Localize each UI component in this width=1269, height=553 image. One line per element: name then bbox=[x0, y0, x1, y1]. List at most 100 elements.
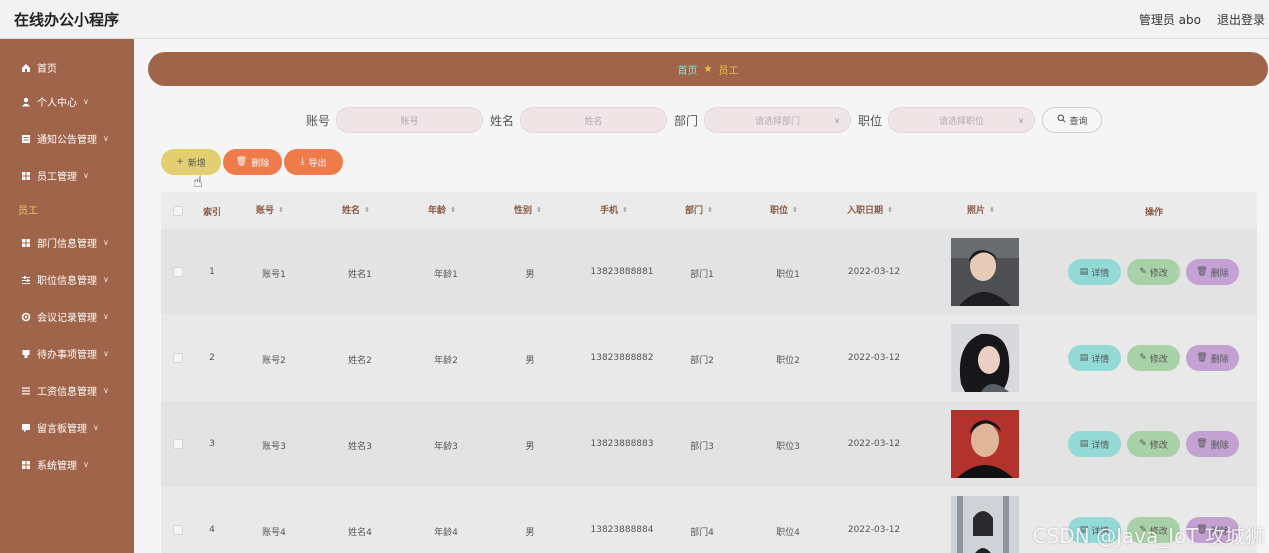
col-date[interactable]: 入职日期 ⬍ bbox=[847, 203, 893, 217]
row-delete-button[interactable]: 🗑 删除 bbox=[1186, 431, 1239, 457]
export-label: 导出 bbox=[308, 158, 327, 169]
col-position[interactable]: 职位 ⬍ bbox=[770, 203, 798, 217]
row-delete-button[interactable]: 🗑 删除 bbox=[1186, 345, 1239, 371]
table-row: 2 账号2 姓名2 年龄2 男 13823888882 部门2 职位2 2022… bbox=[161, 315, 1257, 401]
cell-age: 年龄1 bbox=[434, 270, 458, 280]
position-select[interactable]: 请选择职位 ∨ bbox=[888, 107, 1036, 133]
sidebar-item-salary[interactable]: 工资信息管理 ∨ bbox=[0, 372, 134, 409]
sidebar-item-label: 职位信息管理 bbox=[37, 276, 97, 287]
row-delete-label: 删除 bbox=[1210, 440, 1229, 451]
home-icon bbox=[21, 63, 31, 73]
col-index: 索引 bbox=[203, 208, 222, 218]
sidebar-item-label: 员工管理 bbox=[37, 172, 77, 183]
cell-name: 姓名2 bbox=[348, 356, 372, 366]
dept-select[interactable]: 请选择部门 ∨ bbox=[704, 107, 852, 133]
sidebar-item-meeting[interactable]: 会议记录管理 ∨ bbox=[0, 298, 134, 335]
col-name[interactable]: 姓名 ⬍ bbox=[342, 203, 370, 217]
cell-position: 职位4 bbox=[776, 528, 800, 538]
breadcrumb: 首页 ★ 员工 bbox=[148, 52, 1268, 86]
notice-icon bbox=[21, 134, 31, 144]
message-icon bbox=[21, 423, 31, 433]
sidebar-item-system[interactable]: 系统管理 ∨ bbox=[0, 446, 134, 483]
grid-icon bbox=[21, 171, 31, 181]
cell-age: 年龄2 bbox=[434, 356, 458, 366]
sidebar-item-dept[interactable]: 部门信息管理 ∨ bbox=[0, 224, 134, 261]
sidebar-item-todo[interactable]: 待办事项管理 ∨ bbox=[0, 335, 134, 372]
delete-button[interactable]: 🗑 删除 bbox=[223, 149, 282, 175]
sidebar-item-label: 通知公告管理 bbox=[37, 135, 97, 146]
sidebar-item-label: 待办事项管理 bbox=[37, 350, 97, 361]
sidebar-item-notice[interactable]: 通知公告管理 ∨ bbox=[0, 120, 134, 157]
trash-icon: 🗑 bbox=[1196, 267, 1208, 277]
sidebar-item-message[interactable]: 留言板管理 ∨ bbox=[0, 409, 134, 446]
edit-button[interactable]: ✎ 修改 bbox=[1127, 345, 1180, 371]
sliders-icon bbox=[21, 275, 31, 285]
cell-position: 职位3 bbox=[776, 442, 800, 452]
detail-button[interactable]: ▤ 详情 bbox=[1068, 345, 1121, 371]
col-gender[interactable]: 性别 ⬍ bbox=[514, 203, 542, 217]
action-toolbar: + 新增 🗑 删除 ⤓ 导出 bbox=[161, 149, 345, 175]
cell-index: 3 bbox=[209, 439, 215, 449]
sidebar-item-label: 系统管理 bbox=[37, 461, 77, 472]
logout-link[interactable]: 退出登录 bbox=[1217, 11, 1265, 28]
trash-icon: 🗑 bbox=[1196, 353, 1208, 363]
col-photo[interactable]: 照片 ⬍ bbox=[967, 203, 995, 217]
sort-icon: ⬍ bbox=[707, 205, 713, 214]
employee-table: 索引 账号 ⬍ 姓名 ⬍ 年龄 ⬍ 性别 ⬍ 手机 ⬍ 部门 ⬍ 职位 ⬍ 入职日期 ⬍ 照片 ⬍… bbox=[161, 192, 1257, 553]
detail-button[interactable]: ▤ 详情 bbox=[1068, 431, 1121, 457]
cell-account: 账号4 bbox=[262, 528, 286, 538]
row-checkbox[interactable] bbox=[173, 525, 183, 535]
select-all-checkbox[interactable] bbox=[173, 206, 183, 216]
grid-icon bbox=[21, 460, 31, 470]
employee-photo bbox=[951, 238, 1019, 306]
sidebar-item-profile[interactable]: 个人中心 ∨ bbox=[0, 83, 134, 120]
sidebar-item-position[interactable]: 职位信息管理 ∨ bbox=[0, 261, 134, 298]
query-button[interactable]: 查询 bbox=[1042, 107, 1103, 133]
edit-button[interactable]: ✎ 修改 bbox=[1127, 431, 1180, 457]
detail-button[interactable]: ▤ 详情 bbox=[1068, 259, 1121, 285]
chevron-down-icon: ∨ bbox=[103, 275, 109, 284]
detail-label: 详情 bbox=[1091, 268, 1110, 279]
add-button[interactable]: + 新增 bbox=[161, 149, 221, 175]
cell-phone: 13823888881 bbox=[590, 267, 654, 277]
document-icon: ▤ bbox=[1079, 267, 1089, 277]
sidebar-item-label: 部门信息管理 bbox=[37, 239, 97, 250]
detail-label: 详情 bbox=[1091, 440, 1110, 451]
sidebar-item-employee-mgmt[interactable]: 员工管理 ∨ bbox=[0, 157, 134, 194]
gear-icon bbox=[21, 312, 31, 322]
cell-gender: 男 bbox=[525, 356, 535, 366]
breadcrumb-current: 员工 bbox=[718, 65, 739, 77]
export-button[interactable]: ⤓ 导出 bbox=[284, 149, 343, 175]
col-phone[interactable]: 手机 ⬍ bbox=[600, 203, 628, 217]
row-checkbox[interactable] bbox=[173, 267, 183, 277]
table-header: 索引 账号 ⬍ 姓名 ⬍ 年龄 ⬍ 性别 ⬍ 手机 ⬍ 部门 ⬍ 职位 ⬍ 入职日期 ⬍ 照片 ⬍… bbox=[161, 192, 1257, 229]
sidebar-item-home[interactable]: 首页 bbox=[0, 52, 134, 83]
cell-account: 账号2 bbox=[262, 356, 286, 366]
col-actions: 操作 bbox=[1145, 208, 1164, 218]
name-input[interactable]: 姓名 bbox=[520, 107, 668, 133]
cell-age: 年龄3 bbox=[434, 442, 458, 452]
breadcrumb-home[interactable]: 首页 bbox=[678, 62, 698, 77]
cell-phone: 13823888882 bbox=[590, 353, 654, 363]
header-user-area: 管理员 abo 退出登录 bbox=[1123, 11, 1265, 28]
account-input[interactable]: 账号 bbox=[336, 107, 484, 133]
chevron-down-icon: ∨ bbox=[834, 115, 841, 125]
sidebar-subitem-employee[interactable]: 员工 bbox=[0, 194, 134, 224]
dept-placeholder: 请选择部门 bbox=[755, 116, 801, 127]
sidebar-item-label: 首页 bbox=[37, 64, 57, 75]
query-label: 查询 bbox=[1069, 116, 1088, 127]
pointer-cursor-icon: ☝ bbox=[193, 172, 203, 191]
row-checkbox[interactable] bbox=[173, 353, 183, 363]
col-account[interactable]: 账号 ⬍ bbox=[256, 203, 284, 217]
row-delete-button[interactable]: 🗑 删除 bbox=[1186, 259, 1239, 285]
sidebar-item-label: 留言板管理 bbox=[37, 424, 87, 435]
task-icon bbox=[21, 349, 31, 359]
chevron-down-icon: ∨ bbox=[103, 386, 109, 395]
sidebar-item-label: 工资信息管理 bbox=[37, 387, 97, 398]
row-checkbox[interactable] bbox=[173, 439, 183, 449]
sidebar-item-label: 会议记录管理 bbox=[37, 313, 97, 324]
sort-icon: ⬍ bbox=[364, 205, 370, 214]
col-dept[interactable]: 部门 ⬍ bbox=[685, 203, 713, 217]
col-age[interactable]: 年龄 ⬍ bbox=[428, 203, 456, 217]
edit-button[interactable]: ✎ 修改 bbox=[1127, 259, 1180, 285]
